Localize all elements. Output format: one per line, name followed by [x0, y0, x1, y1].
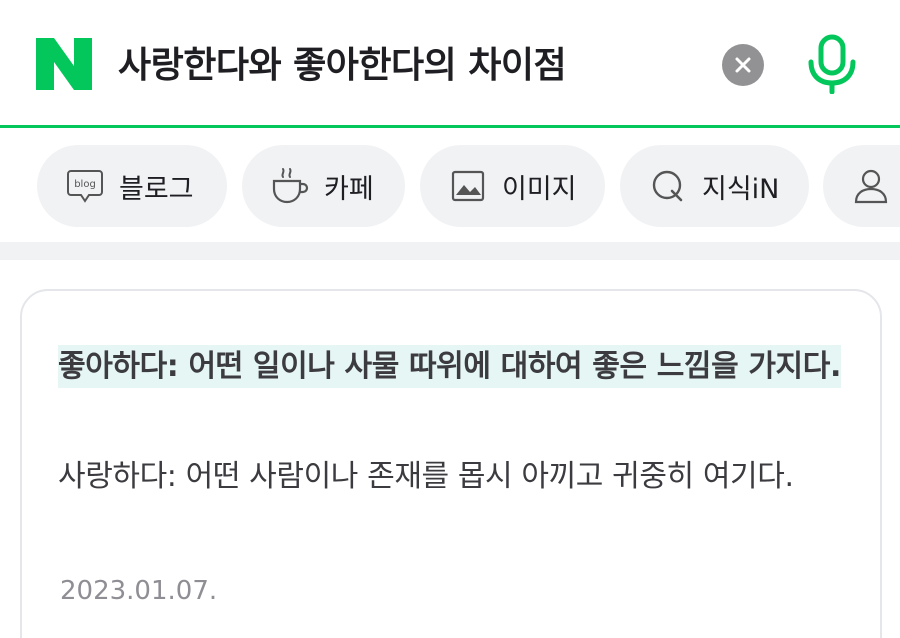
tab-kin[interactable]: 지식iN	[620, 145, 809, 227]
section-divider	[0, 242, 900, 260]
image-icon	[448, 166, 488, 206]
voice-search-button[interactable]	[804, 34, 860, 94]
definition-text: 사랑하다: 어떤 사람이나 존재를 몹시 아끼고 귀중히 여기다.	[58, 459, 794, 494]
highlighted-definition: 좋아하다: 어떤 일이나 사물 따위에 대하여 좋은 느낌을 가지다.	[58, 341, 848, 393]
q-icon	[648, 166, 688, 206]
tab-cafe[interactable]: 카페	[242, 145, 405, 227]
tab-kin-label: 지식iN	[702, 173, 780, 205]
naver-logo[interactable]	[36, 38, 92, 90]
highlight-text: 좋아하다: 어떤 일이나 사물 따위에 대하여 좋은 느낌을 가지다.	[58, 345, 841, 388]
post-date: 2023.01.07.	[60, 576, 218, 606]
microphone-icon	[808, 34, 856, 94]
tab-cafe-label: 카페	[324, 173, 374, 205]
person-icon	[851, 166, 891, 206]
search-header: 사랑한다와 좋아한다의 차이점	[0, 0, 900, 128]
svg-text:blog: blog	[74, 179, 96, 190]
search-category-tabs: blog 블로그 카페 이미지 지식iN	[0, 145, 900, 227]
tab-blog[interactable]: blog 블로그	[37, 145, 227, 227]
answer-card[interactable]: 좋아하다: 어떤 일이나 사물 따위에 대하여 좋은 느낌을 가지다. 사랑하다…	[20, 289, 882, 638]
close-icon	[735, 57, 751, 73]
search-query[interactable]: 사랑한다와 좋아한다의 차이점	[118, 44, 567, 88]
tab-image[interactable]: 이미지	[420, 145, 605, 227]
blog-icon: blog	[65, 166, 105, 206]
cup-icon	[270, 166, 310, 206]
tab-people[interactable]	[823, 145, 900, 227]
tab-image-label: 이미지	[502, 173, 577, 205]
clear-button[interactable]	[722, 44, 764, 86]
tab-blog-label: 블로그	[119, 173, 194, 205]
